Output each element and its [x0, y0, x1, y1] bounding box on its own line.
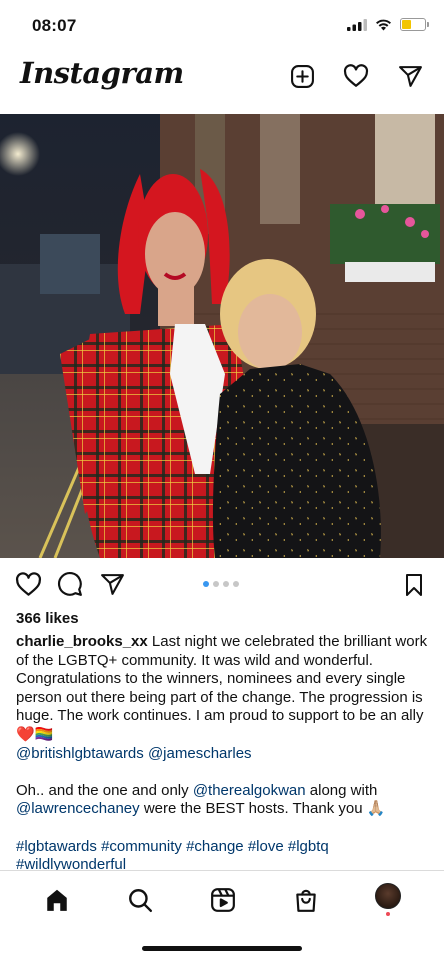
hashtag-link[interactable]: #love: [248, 838, 284, 855]
send-icon: [100, 573, 124, 595]
likes-count[interactable]: 366 likes: [16, 610, 79, 627]
status-bar: 08:07: [0, 0, 444, 52]
carousel-dot: [233, 581, 239, 587]
status-time: 08:07: [32, 16, 77, 35]
wifi-icon: [376, 19, 391, 30]
nav-reels[interactable]: [209, 886, 237, 914]
notification-dot: [385, 912, 390, 916]
bookmark-icon: [406, 574, 422, 596]
home-indicator[interactable]: [142, 946, 302, 951]
like-button[interactable]: [14, 570, 42, 598]
hashtag-link[interactable]: #community: [101, 838, 182, 855]
avatar: [374, 883, 401, 909]
mention-link[interactable]: @therealgokwan: [193, 782, 306, 799]
post-action-buttons: [14, 570, 126, 598]
hashtag-link[interactable]: #change: [186, 838, 244, 855]
caption-text: along with: [309, 781, 378, 799]
battery-icon: [400, 18, 429, 31]
search-icon: [129, 888, 153, 912]
signal-icon: [347, 18, 367, 31]
app-header: Instagram: [0, 52, 444, 102]
hashtag-link[interactable]: #lgbtq: [288, 838, 329, 855]
comment-icon: [58, 572, 82, 596]
comment-button[interactable]: [56, 570, 84, 598]
heart-icon: [343, 64, 369, 87]
mention-link[interactable]: @jamescharles: [148, 745, 252, 762]
post-actions: [0, 566, 444, 602]
header-actions: [288, 62, 424, 90]
carousel-indicator: [203, 581, 239, 587]
status-icons: [347, 18, 429, 31]
carousel-dot: [203, 581, 209, 587]
post-image: [0, 114, 444, 558]
activity-button[interactable]: [342, 62, 370, 90]
heart-icon: [15, 571, 41, 596]
caption-emojis: ❤️🏳️‍🌈: [16, 725, 54, 743]
post-caption: charlie_brooks_xx Last night we celebrat…: [16, 633, 430, 875]
nav-search[interactable]: [126, 886, 154, 914]
post-photo[interactable]: [0, 114, 444, 558]
home-icon: [47, 889, 68, 911]
hashtag-link[interactable]: #lgbtawards: [16, 838, 97, 855]
caption-username[interactable]: charlie_brooks_xx: [16, 633, 148, 650]
mention-link[interactable]: @lawrencechaney: [16, 800, 140, 817]
send-icon: [398, 65, 422, 87]
direct-messages-button[interactable]: [396, 62, 424, 90]
nav-home[interactable]: [43, 886, 71, 914]
share-button[interactable]: [98, 570, 126, 598]
carousel-dot: [223, 581, 229, 587]
carousel-dot: [213, 581, 219, 587]
save-button[interactable]: [400, 571, 428, 599]
bottom-nav-items: [0, 883, 444, 916]
caption-paragraph: charlie_brooks_xx Last night we celebrat…: [16, 633, 430, 763]
plus-square-icon: [290, 64, 314, 88]
reels-icon: [211, 887, 235, 912]
new-post-button[interactable]: [288, 62, 316, 90]
nav-profile[interactable]: [374, 883, 401, 916]
nav-shop[interactable]: [292, 886, 320, 914]
instagram-logo[interactable]: Instagram: [20, 56, 184, 90]
mention-link[interactable]: @britishlgbtawards: [16, 745, 144, 762]
shopping-bag-icon: [296, 889, 316, 912]
caption-paragraph: Oh.. and the one and only @therealgokwan…: [16, 782, 430, 819]
caption-text: Oh.. and the one and only: [16, 781, 189, 799]
caption-text: were the BEST hosts. Thank you 🙏🏼: [143, 800, 386, 818]
